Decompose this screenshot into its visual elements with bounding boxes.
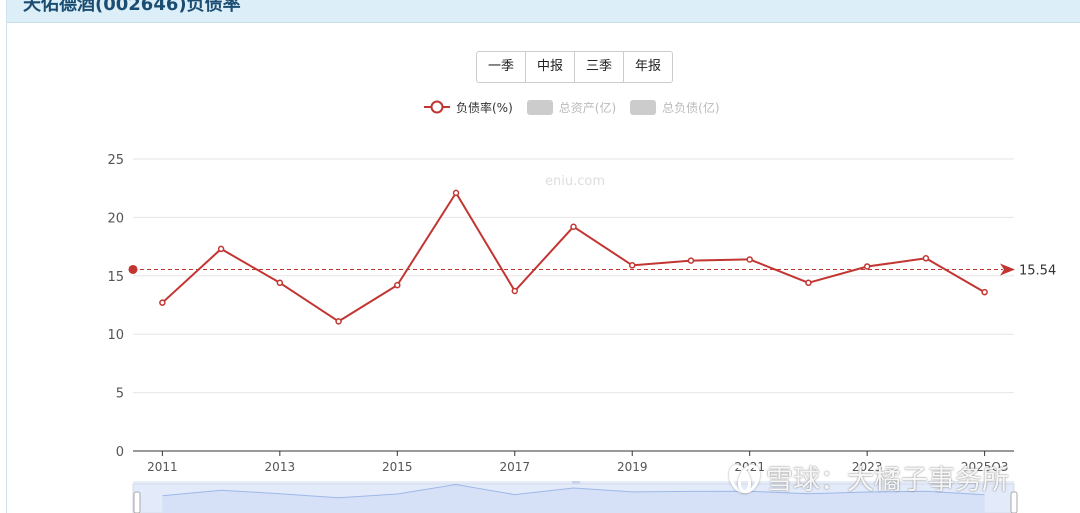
average-start-marker — [128, 264, 138, 274]
y-tick-label: 25 — [107, 153, 124, 168]
data-point — [570, 223, 577, 230]
average-value-label: 15.54 — [1019, 263, 1056, 278]
data-point — [511, 287, 519, 295]
data-point — [335, 318, 342, 325]
y-tick-label: 5 — [116, 387, 124, 402]
data-point — [687, 257, 695, 264]
data-point — [217, 245, 225, 253]
data-point — [276, 279, 284, 287]
y-tick-label: 0 — [116, 445, 124, 460]
data-point — [922, 255, 930, 262]
x-tick-label: 2015 — [382, 460, 413, 474]
y-tick-label: 15 — [107, 270, 124, 285]
data-point — [159, 299, 166, 306]
debt-ratio-chart: eniu.com05101520252011 2013 2015 2017 2019 20… — [107, 153, 1056, 513]
data-point — [746, 256, 753, 263]
chart-watermark: eniu.com — [545, 174, 605, 189]
data-point — [452, 189, 460, 197]
data-point — [805, 279, 812, 287]
x-tick-label: 2013 — [265, 460, 296, 474]
data-point — [628, 262, 636, 269]
overlay-watermark: 雪球：大橘子事务所 — [728, 458, 1009, 497]
overlay-watermark-text: 雪球：大橘子事务所 — [766, 465, 1009, 496]
zoom-handle-right[interactable] — [1010, 491, 1018, 513]
x-tick-label: 2011 — [147, 460, 178, 474]
y-tick-label: 10 — [107, 328, 124, 343]
zoom-handle-left[interactable] — [133, 491, 141, 513]
x-tick-label: 2017 — [499, 460, 530, 474]
series-line-debt-ratio — [161, 191, 986, 323]
data-point — [863, 263, 871, 270]
data-point — [394, 281, 401, 289]
y-tick-label: 20 — [107, 211, 124, 226]
snowball-logo-icon — [728, 463, 758, 493]
x-tick-label: 2019 — [617, 460, 648, 474]
data-point — [981, 288, 988, 296]
